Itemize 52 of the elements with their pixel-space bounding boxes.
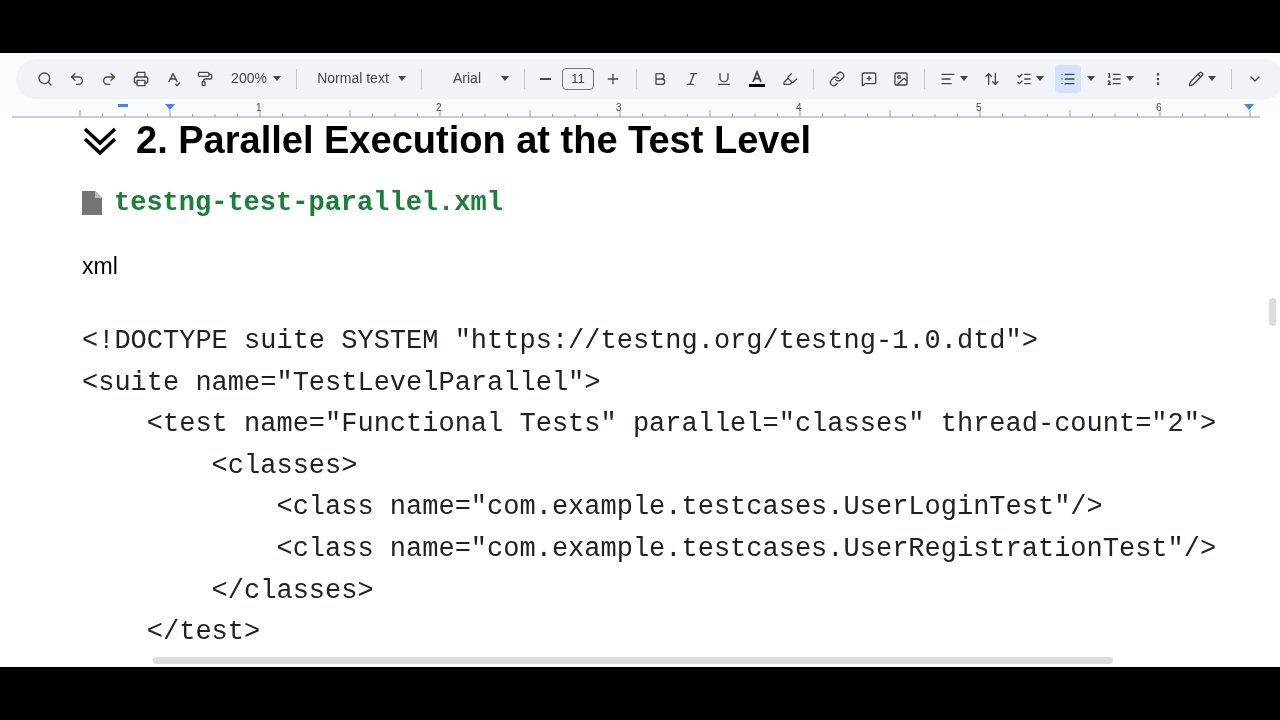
code-line: <classes> <box>210 449 358 483</box>
italic-icon <box>684 70 700 87</box>
zoom-dropdown[interactable]: 200% <box>224 64 286 93</box>
ruler-number: 3 <box>616 102 622 114</box>
language-label: xml <box>82 252 118 281</box>
code-line: <!DOCTYPE suite SYSTEM "https://testng.org/testng-1.0.dtd"> <box>82 325 1038 358</box>
caret-icon <box>960 76 968 81</box>
caret-icon <box>1126 76 1134 81</box>
code-line: <class name="com.example.testcases.UserRegistrationTest"/> <box>275 532 1217 566</box>
highlighter-icon <box>782 70 798 87</box>
section-heading: 2. Parallel Execution at the Test Level <box>136 118 812 163</box>
caret-icon <box>1036 76 1044 81</box>
paint-roller-icon <box>197 70 213 87</box>
file-name: testng-test-parallel.xml <box>114 186 503 220</box>
scrollbar-thumb[interactable] <box>1269 298 1276 326</box>
ruler-number: 2 <box>436 102 442 114</box>
minus-icon <box>540 77 551 80</box>
code-line: <suite name="TestLevelParallel"> <box>82 366 601 400</box>
caret-icon <box>501 76 509 81</box>
undo-icon <box>69 70 85 87</box>
ruler-number: 4 <box>796 102 802 114</box>
underline-icon <box>716 70 732 87</box>
text-color-icon <box>748 69 766 88</box>
ruler-number: 6 <box>1156 102 1162 114</box>
bulleted-list-button[interactable] <box>1055 64 1081 93</box>
caret-icon <box>273 76 281 81</box>
horizontal-scrollbar-thumb[interactable] <box>153 656 1113 664</box>
code-line: </test> <box>145 616 261 650</box>
font-size-field[interactable]: 11 <box>562 67 594 90</box>
line-spacing-icon <box>984 70 1000 87</box>
image-icon <box>893 70 909 87</box>
search-icon <box>37 70 53 87</box>
bold-icon <box>652 70 668 87</box>
chevron-double-icon <box>82 125 118 155</box>
font-dropdown[interactable]: Arial <box>432 64 514 93</box>
caret-icon <box>1087 76 1095 81</box>
caret-icon <box>1208 76 1216 81</box>
link-icon <box>829 70 845 87</box>
file-icon <box>82 191 102 215</box>
comment-icon <box>861 70 877 87</box>
code-line: <test name="Functional Tests" parallel="classes" thread-count="2"> <box>145 408 1217 442</box>
caret-icon <box>398 76 406 81</box>
redo-icon <box>101 70 117 87</box>
printer-icon <box>133 70 149 87</box>
code-line: <class name="com.example.testcases.UserLoginTest"/> <box>275 491 1103 525</box>
style-dropdown[interactable]: Normal text <box>307 64 411 93</box>
spellcheck-icon <box>165 70 181 87</box>
code-line: </classes> <box>210 574 374 608</box>
pencil-icon <box>1188 70 1204 87</box>
ruler-number: 5 <box>976 102 982 114</box>
numbered-list-icon <box>1106 70 1122 87</box>
ruler-number: 1 <box>256 102 262 114</box>
